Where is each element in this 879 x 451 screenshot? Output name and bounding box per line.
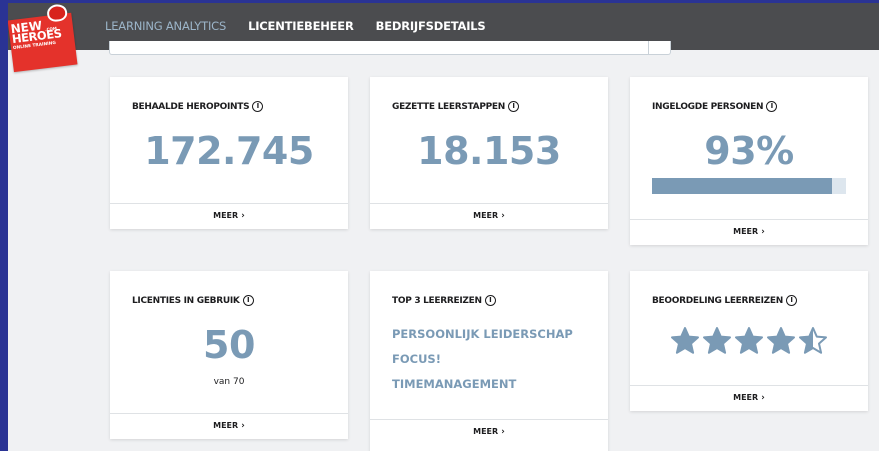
card-title-text: LICENTIES IN GEBRUIK (132, 295, 240, 306)
star-icon (767, 327, 795, 354)
star-icon (735, 327, 763, 354)
more-label: MEER (213, 421, 239, 430)
card-title-text: BEOORDELING LEERREIZEN (652, 295, 783, 306)
card-title: BEOORDELING LEERREIZEN i (652, 295, 797, 306)
more-label: MEER (213, 211, 239, 220)
journey-item[interactable]: TIMEMANAGEMENT (392, 377, 516, 391)
more-label: MEER (473, 211, 499, 220)
card-title-text: BEHAALDE HEROPOINTS (132, 101, 250, 112)
more-label: MEER (733, 393, 759, 402)
nav-item-licentiebeheer[interactable]: LICENTIEBEHEER (248, 19, 354, 33)
info-icon[interactable]: i (484, 295, 496, 306)
search-divider (648, 41, 649, 54)
more-button[interactable]: MEER › (370, 203, 608, 229)
more-label: MEER (733, 227, 759, 236)
info-icon[interactable]: i (786, 295, 797, 306)
more-label: MEER (473, 427, 499, 436)
licenties-value: 50 (203, 323, 255, 367)
journey-item[interactable]: FOCUS! (392, 352, 441, 366)
info-icon[interactable]: i (766, 101, 778, 112)
heropoints-value: 172.745 (144, 129, 314, 173)
ingelogd-value: 93% (704, 129, 794, 173)
login-progress-bar (652, 178, 846, 194)
more-button[interactable]: MEER › (110, 203, 348, 229)
more-button[interactable]: MEER › (630, 385, 868, 411)
nav-item-learning-analytics[interactable]: LEARNING ANALYTICS (105, 19, 226, 33)
star-icon (703, 327, 731, 354)
card-title-text: INGELOGDE PERSONEN (652, 101, 764, 112)
card-title-text: TOP 3 LEERREIZEN (392, 295, 482, 306)
card-title-text: GEZETTE LEERSTAPPEN (392, 101, 505, 112)
card-title: TOP 3 LEERREIZEN i (392, 295, 496, 306)
licenties-total: van 70 (213, 377, 245, 387)
card-beoordeling: BEOORDELING LEERREIZEN i MEER › (630, 271, 868, 411)
journey-item[interactable]: PERSOONLIJK LEIDERSCHAP (392, 327, 573, 341)
star-rating (670, 326, 828, 356)
main-nav: LEARNING ANALYTICS LICENTIEBEHEER BEDRIJ… (105, 19, 508, 33)
new-heroes-logo[interactable]: NEW .COM HEROES ONLINE TRAINING (8, 3, 85, 76)
app-frame: LEARNING ANALYTICS LICENTIEBEHEER BEDRIJ… (8, 3, 879, 451)
card-top3: TOP 3 LEERREIZEN i PERSOONLIJK LEIDERSCH… (370, 271, 608, 451)
nav-item-bedrijfsdetails[interactable]: BEDRIJFSDETAILS (376, 19, 486, 33)
more-button[interactable]: MEER › (630, 219, 868, 245)
search-bar-edge[interactable] (109, 41, 671, 55)
chevron-right-icon: › (761, 227, 765, 237)
progress-fill (652, 178, 833, 194)
star-icon (671, 327, 699, 354)
chevron-right-icon: › (241, 211, 245, 221)
card-heropoints: BEHAALDE HEROPOINTS i 172.745 MEER › (110, 77, 348, 229)
chevron-right-icon: › (241, 421, 245, 431)
card-title: GEZETTE LEERSTAPPEN i (392, 101, 519, 112)
card-title: BEHAALDE HEROPOINTS i (132, 101, 264, 112)
chevron-right-icon: › (501, 427, 505, 437)
card-licenties: LICENTIES IN GEBRUIK i 50 van 70 MEER › (110, 271, 348, 439)
card-leerstappen: GEZETTE LEERSTAPPEN i 18.153 MEER › (370, 77, 608, 229)
card-title: INGELOGDE PERSONEN i (652, 101, 778, 112)
leerstappen-value: 18.153 (417, 129, 561, 173)
info-icon[interactable]: i (508, 101, 519, 112)
chevron-right-icon: › (761, 393, 765, 403)
chevron-right-icon: › (501, 211, 505, 221)
more-button[interactable]: MEER › (110, 413, 348, 439)
star-icon (799, 327, 827, 354)
info-icon[interactable]: i (242, 295, 254, 306)
card-title: LICENTIES IN GEBRUIK i (132, 295, 254, 306)
more-button[interactable]: MEER › (370, 419, 608, 445)
info-icon[interactable]: i (252, 101, 264, 112)
card-ingelogd: INGELOGDE PERSONEN i 93% MEER › (630, 77, 868, 245)
